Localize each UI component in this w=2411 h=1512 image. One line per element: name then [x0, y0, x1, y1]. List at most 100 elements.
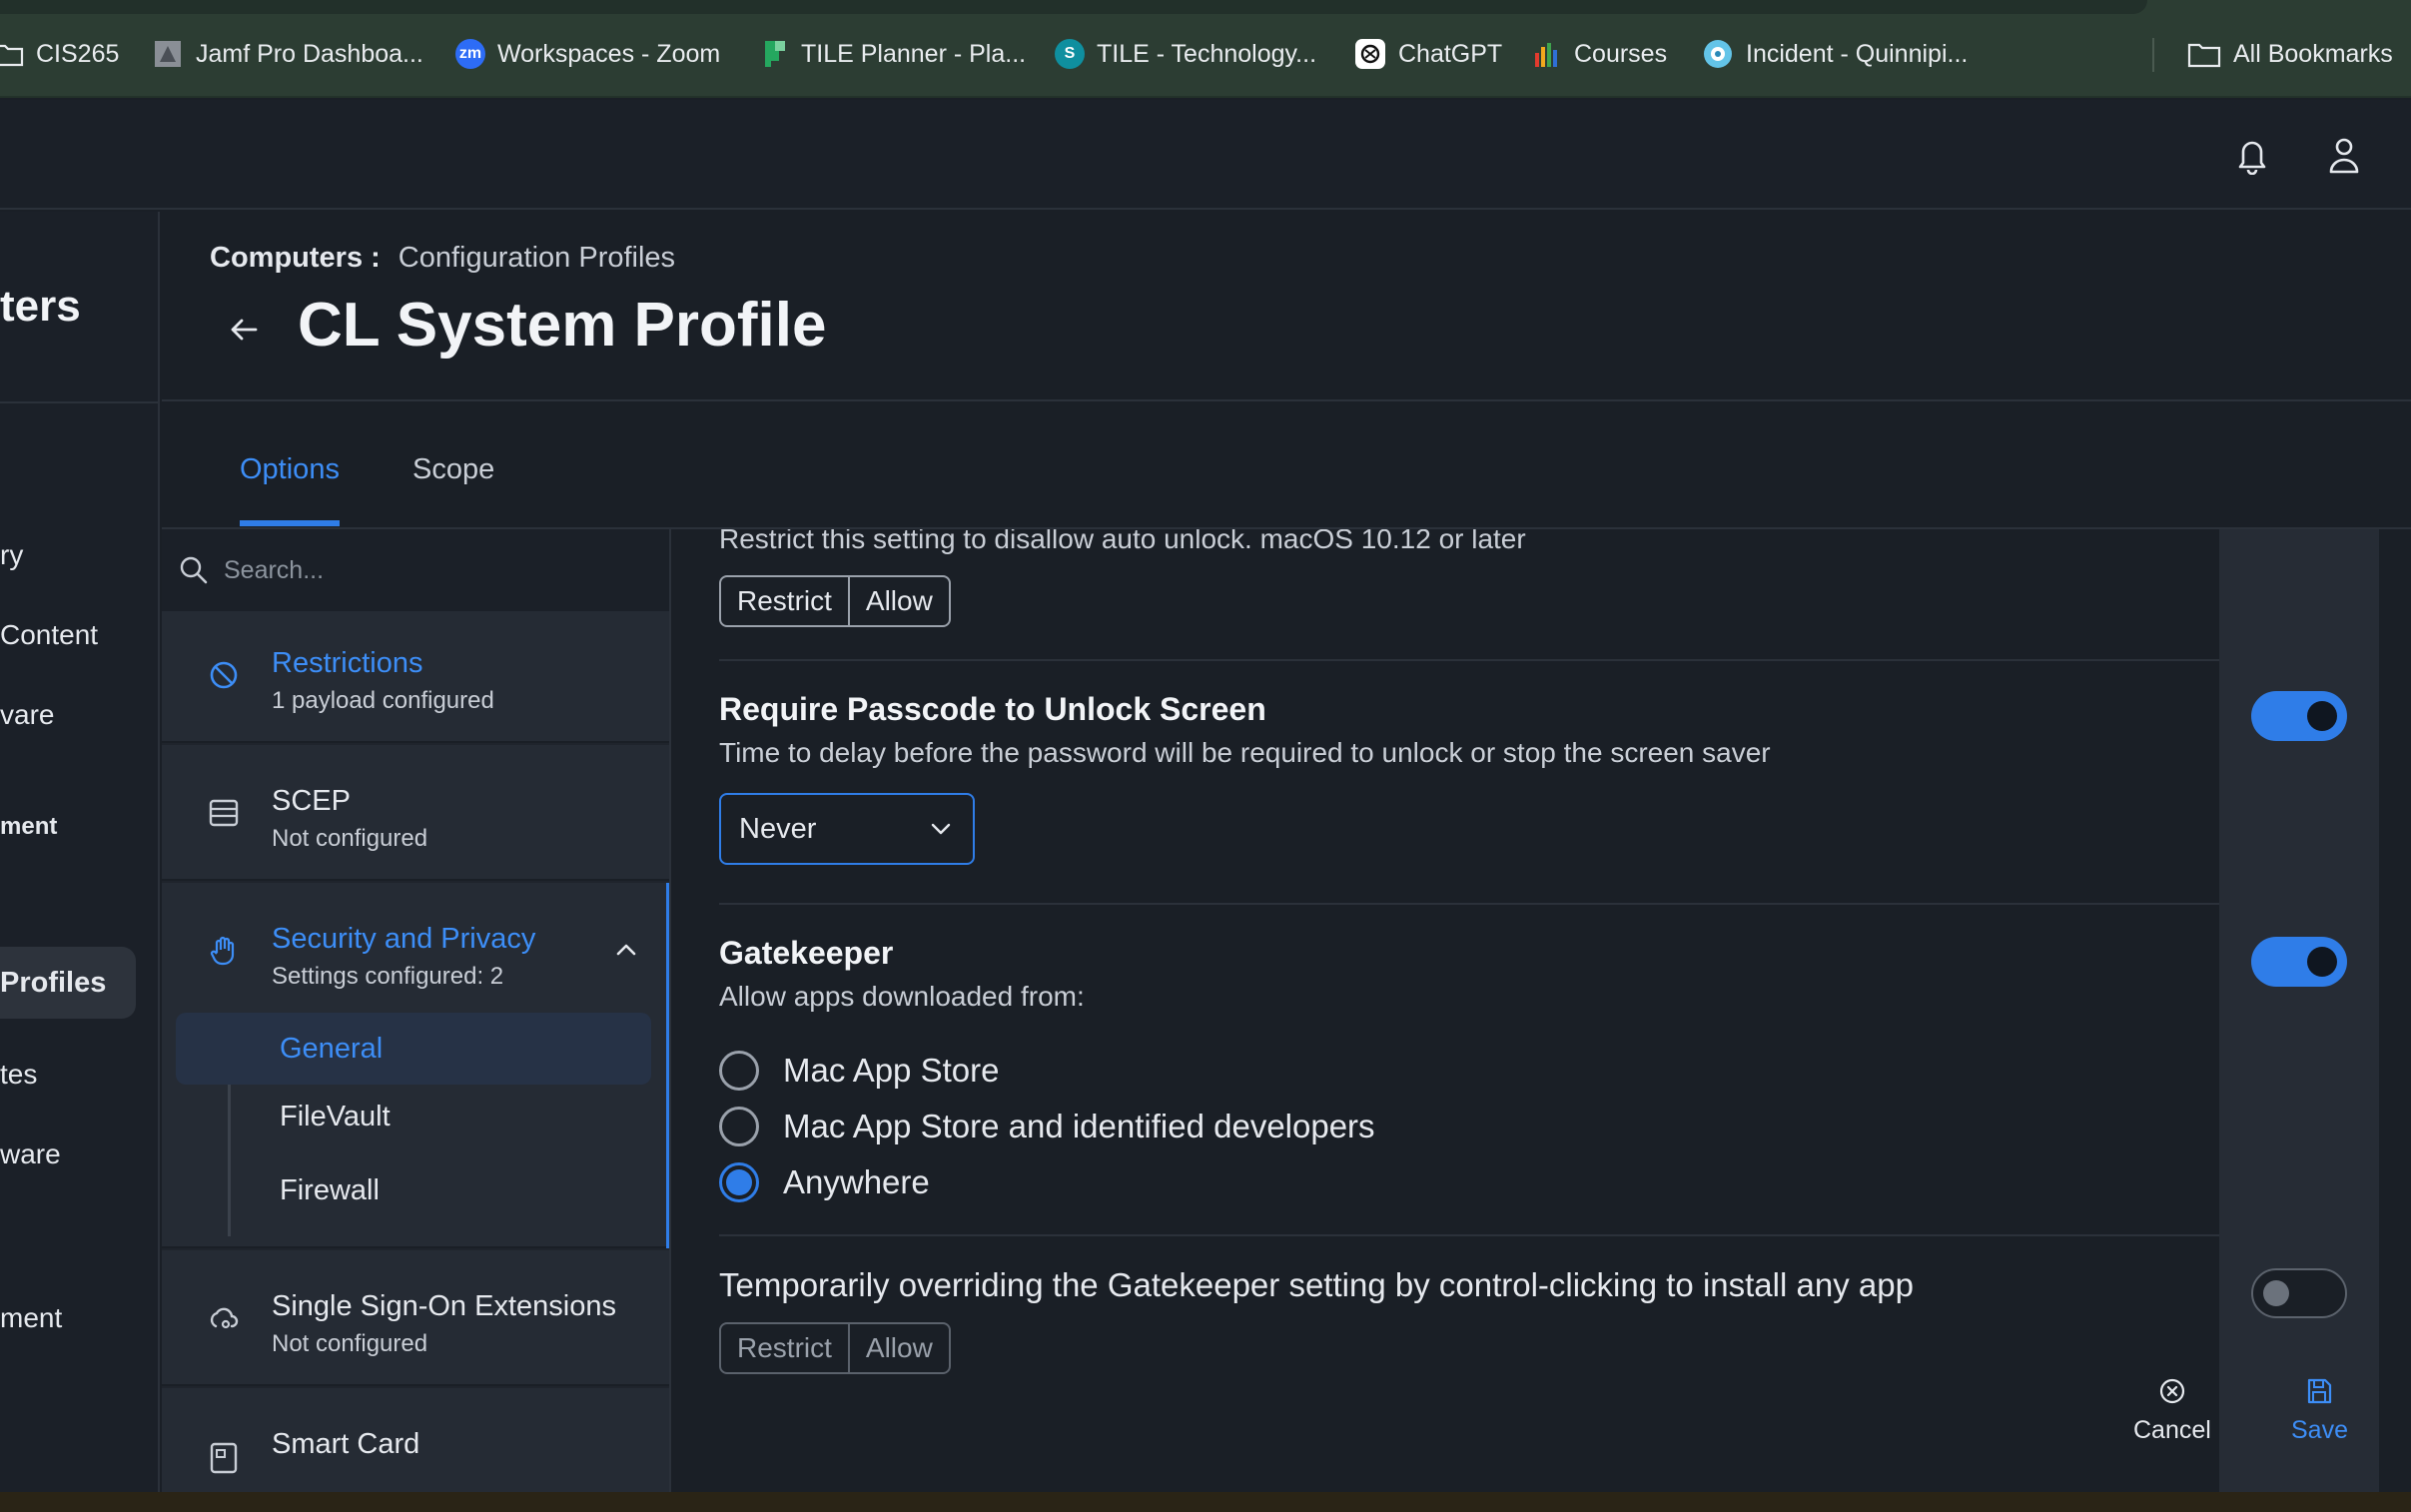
section-title: ters [0, 282, 81, 331]
incident-icon [1704, 40, 1732, 68]
search-icon [180, 556, 208, 584]
subitem-filevault[interactable]: FileVault [280, 1101, 391, 1134]
gatekeeper-option-mac-app-store[interactable]: Mac App Store [719, 1051, 999, 1091]
payload-scep[interactable]: SCEP Not configured [162, 745, 669, 881]
auto-unlock-allow-option[interactable]: Allow [847, 577, 949, 625]
toggle-column [2219, 529, 2379, 1492]
bookmark-label: CIS265 [36, 39, 120, 68]
bookmark-label: ChatGPT [1398, 39, 1503, 68]
bookmark-all-bookmarks[interactable]: All Bookmarks [2187, 34, 2393, 74]
bookmark-jamf[interactable]: Jamf Pro Dashboa... [152, 34, 423, 74]
settings-pane: Restrict this setting to disallow auto u… [673, 529, 2219, 1492]
passcode-setting-title: Require Passcode to Unlock Screen [719, 691, 1266, 727]
auto-unlock-restrict-option[interactable]: Restrict [721, 577, 848, 625]
bookmark-tile-technology[interactable]: S TILE - Technology... [1055, 34, 1316, 74]
payload-status: 1 payload configured [272, 687, 494, 714]
payload-name: Security and Privacy [272, 923, 536, 955]
auto-unlock-segmented-control: Restrict Allow [719, 575, 951, 627]
jamf-icon [155, 41, 181, 67]
sharepoint-icon: S [1055, 39, 1085, 69]
bookmark-cis265[interactable]: CIS265 [0, 34, 119, 74]
gatekeeper-override-title: Temporarily overriding the Gatekeeper se… [719, 1266, 1914, 1303]
breadcrumb-current[interactable]: Configuration Profiles [399, 242, 675, 275]
notifications-button[interactable] [2229, 132, 2275, 178]
block-icon [210, 661, 238, 689]
payload-name: SCEP [272, 785, 351, 817]
folder-icon [2187, 43, 2221, 68]
override-allow-option[interactable]: Allow [847, 1324, 949, 1372]
gatekeeper-setting-description: Allow apps downloaded from: [719, 981, 1085, 1012]
bookmark-tile-planner[interactable]: TILE Planner - Pla... [761, 34, 1026, 74]
bookmark-label: Courses [1574, 39, 1668, 68]
save-button[interactable]: Save [2291, 1376, 2348, 1445]
override-restrict-option[interactable]: Restrict [721, 1324, 848, 1372]
section-divider [719, 659, 2219, 661]
nav-item-configuration-profiles[interactable]: Profiles [0, 947, 136, 1019]
nav-item-software[interactable]: vare [0, 699, 54, 731]
bookmark-chatgpt[interactable]: ChatGPT [1354, 34, 1502, 74]
cancel-label: Cancel [2133, 1416, 2211, 1444]
nav-item-content[interactable]: Content [0, 619, 98, 651]
nav-item-templates[interactable]: tes [0, 1059, 37, 1091]
save-label: Save [2291, 1416, 2348, 1444]
bookmark-incident[interactable]: Incident - Quinnipi... [1702, 34, 1968, 74]
page-title: CL System Profile [298, 291, 827, 360]
cancel-circle-icon [2159, 1378, 2185, 1404]
search-input[interactable] [224, 555, 643, 585]
payload-name: Single Sign-On Extensions [272, 1290, 616, 1322]
nav-item-inventory[interactable]: ry [0, 539, 23, 571]
payload-name: Restrictions [272, 647, 423, 679]
tab-bar: Options Scope [162, 403, 2411, 529]
planner-icon [765, 41, 785, 67]
smart-card-icon [210, 1442, 238, 1474]
radio-label: Mac App Store [783, 1052, 1000, 1089]
cloud-key-icon [210, 1307, 239, 1329]
radio-button[interactable] [719, 1107, 759, 1146]
back-button[interactable] [224, 310, 264, 350]
hand-icon [210, 936, 235, 966]
radio-button-selected[interactable] [719, 1162, 759, 1202]
radio-label: Anywhere [783, 1163, 930, 1200]
gatekeeper-override-toggle[interactable] [2251, 1268, 2347, 1318]
bookmarks-bar: CIS265 Jamf Pro Dashboa... zm Workspaces… [0, 0, 2411, 98]
payload-status: Settings configured: 2 [272, 963, 504, 990]
nav-item-enrollment[interactable]: ment [0, 1302, 62, 1334]
bookmark-zoom[interactable]: zm Workspaces - Zoom [455, 34, 720, 74]
subitem-firewall[interactable]: Firewall [280, 1174, 380, 1207]
payload-search [162, 529, 669, 611]
radio-label: Mac App Store and identified developers [783, 1108, 1375, 1144]
bookmark-label: Workspaces - Zoom [497, 39, 721, 68]
gatekeeper-option-identified-developers[interactable]: Mac App Store and identified developers [719, 1107, 1375, 1146]
bookmark-label: Jamf Pro Dashboa... [196, 39, 423, 68]
nav-item-software-updates[interactable]: ware [0, 1138, 61, 1170]
breadcrumb-parent[interactable]: Computers : [210, 242, 381, 275]
payload-restrictions[interactable]: Restrictions 1 payload configured [162, 611, 669, 743]
passcode-enable-toggle[interactable] [2251, 691, 2347, 741]
save-floppy-icon [2308, 1378, 2332, 1404]
selected-indicator [666, 883, 669, 1248]
chevron-up-icon[interactable] [611, 935, 641, 965]
passcode-delay-select[interactable]: Never [719, 793, 975, 865]
gatekeeper-option-anywhere[interactable]: Anywhere [719, 1162, 930, 1202]
payload-security-and-privacy[interactable]: Security and Privacy Settings configured… [162, 883, 669, 1248]
user-icon [2329, 138, 2359, 174]
payload-smart-card[interactable]: Smart Card [162, 1388, 669, 1492]
radio-button[interactable] [719, 1051, 759, 1091]
bookmark-courses[interactable]: Courses [1532, 34, 1667, 74]
bookmark-label: TILE Planner - Pla... [801, 39, 1027, 68]
passcode-setting-description: Time to delay before the password will b… [719, 737, 1771, 768]
gatekeeper-enable-toggle[interactable] [2251, 937, 2347, 987]
tab-scope[interactable]: Scope [412, 453, 494, 520]
left-navigation: ters ry Content vare ment Profiles tes w… [0, 212, 160, 1492]
section-divider [719, 903, 2219, 905]
payload-name: Smart Card [272, 1428, 420, 1460]
subitem-general[interactable]: General [176, 1013, 651, 1085]
certificate-list-icon [209, 799, 239, 827]
payload-single-sign-on-extensions[interactable]: Single Sign-On Extensions Not configured [162, 1250, 669, 1386]
user-account-button[interactable] [2321, 132, 2367, 178]
folder-icon [0, 44, 24, 67]
tab-options[interactable]: Options [240, 453, 340, 526]
cancel-button[interactable]: Cancel [2133, 1376, 2211, 1445]
bookmarks-divider [2152, 38, 2154, 72]
auto-unlock-description: Restrict this setting to disallow auto u… [719, 529, 1526, 554]
